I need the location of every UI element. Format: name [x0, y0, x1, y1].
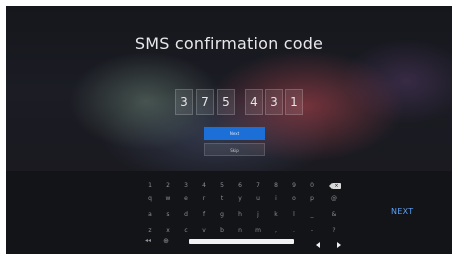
key-h[interactable]: h [233, 208, 247, 222]
key-j[interactable]: j [251, 208, 265, 222]
key-w[interactable]: w [161, 192, 175, 206]
key-s[interactable]: s [161, 208, 175, 222]
key-comma[interactable]: , [269, 224, 283, 238]
tv-screen: SMS confirmation code 3 7 5 4 3 1 Next S… [6, 6, 452, 254]
key-f[interactable]: f [197, 208, 211, 222]
code-digit-6[interactable]: 1 [285, 89, 303, 115]
code-digit-2[interactable]: 7 [196, 89, 214, 115]
key-m[interactable]: m [251, 224, 265, 238]
key-u[interactable]: u [251, 192, 265, 206]
key-underscore[interactable]: _ [305, 208, 319, 222]
key-5[interactable]: 5 [215, 179, 229, 193]
key-v[interactable]: v [197, 224, 211, 238]
key-a[interactable]: a [143, 208, 157, 222]
next-button[interactable]: Next [204, 127, 265, 140]
key-4[interactable]: 4 [197, 179, 211, 193]
key-r[interactable]: r [197, 192, 211, 206]
key-c[interactable]: c [179, 224, 193, 238]
microphone-icon[interactable]: ◂◂ [143, 236, 153, 246]
key-2[interactable]: 2 [161, 179, 175, 193]
code-digit-4[interactable]: 4 [245, 89, 263, 115]
cursor-left-icon[interactable] [316, 242, 320, 248]
spacebar-key[interactable] [189, 239, 294, 244]
key-period[interactable]: . [287, 224, 301, 238]
page-title: SMS confirmation code [134, 34, 324, 53]
key-d[interactable]: d [179, 208, 193, 222]
key-n[interactable]: n [233, 224, 247, 238]
key-i[interactable]: i [269, 192, 283, 206]
key-q[interactable]: q [143, 192, 157, 206]
key-y[interactable]: y [233, 192, 247, 206]
key-3[interactable]: 3 [179, 179, 193, 193]
code-input[interactable]: 3 7 5 4 3 1 [6, 89, 452, 115]
key-g[interactable]: g [215, 208, 229, 222]
key-b[interactable]: b [215, 224, 229, 238]
key-at[interactable]: @ [327, 192, 341, 206]
key-k[interactable]: k [269, 208, 283, 222]
key-l[interactable]: l [287, 208, 301, 222]
language-icon[interactable]: ⊕ [161, 236, 171, 246]
key-p[interactable]: p [305, 192, 319, 206]
backspace-icon: × [334, 183, 339, 189]
key-7[interactable]: 7 [251, 179, 265, 193]
backspace-key[interactable]: × [329, 183, 341, 189]
next-key[interactable]: NEXT [391, 207, 413, 216]
key-9[interactable]: 9 [287, 179, 301, 193]
key-6[interactable]: 6 [233, 179, 247, 193]
key-o[interactable]: o [287, 192, 301, 206]
key-dash[interactable]: - [305, 224, 319, 238]
code-digit-1[interactable]: 3 [175, 89, 193, 115]
key-8[interactable]: 8 [269, 179, 283, 193]
code-digit-5[interactable]: 3 [265, 89, 283, 115]
cursor-right-icon[interactable] [337, 242, 341, 248]
key-1[interactable]: 1 [143, 179, 157, 193]
key-t[interactable]: t [215, 192, 229, 206]
key-e[interactable]: e [179, 192, 193, 206]
code-digit-3[interactable]: 5 [217, 89, 235, 115]
skip-button[interactable]: Skip [204, 143, 265, 156]
key-0[interactable]: 0 [305, 179, 319, 193]
key-ampersand[interactable]: & [327, 208, 341, 222]
key-question[interactable]: ? [327, 224, 341, 238]
